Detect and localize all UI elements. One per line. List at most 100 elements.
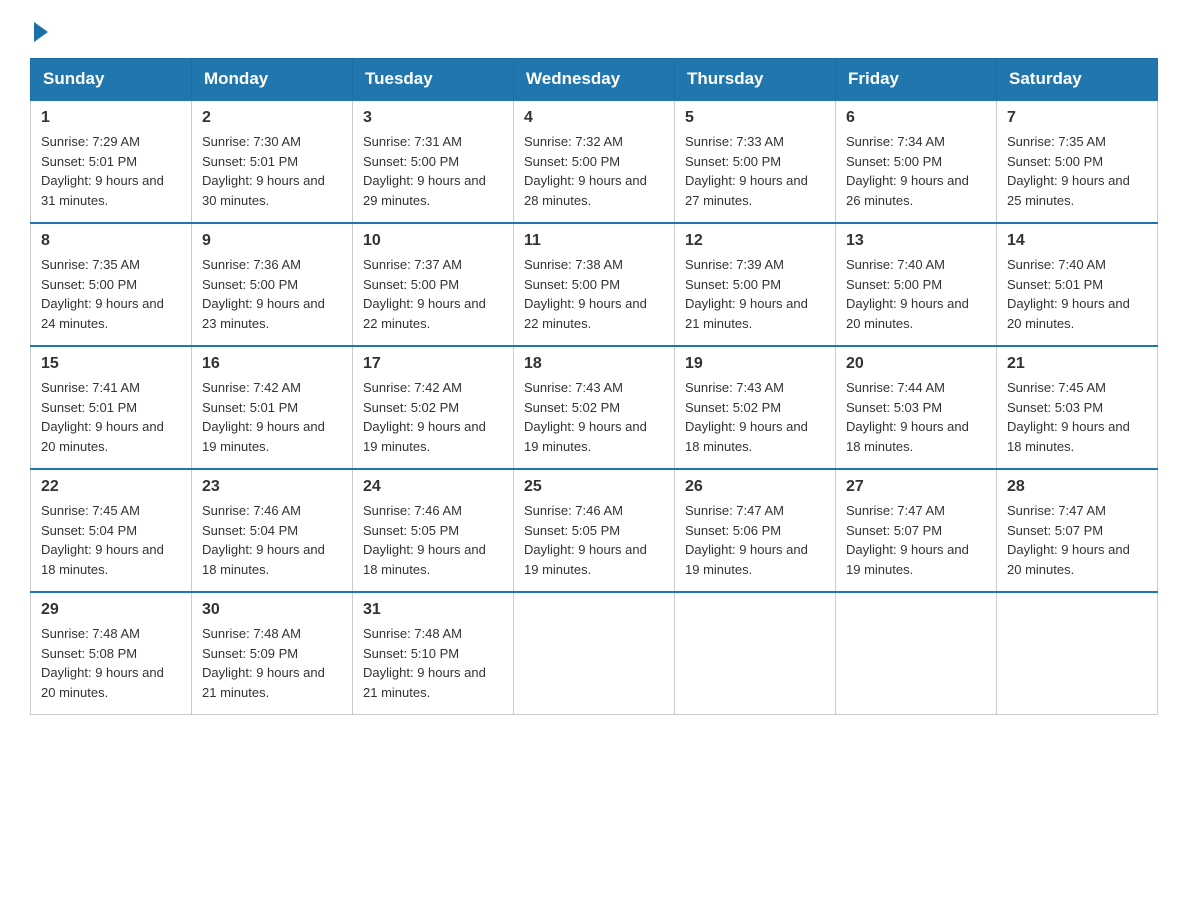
calendar-week-row: 1 Sunrise: 7:29 AM Sunset: 5:01 PM Dayli… bbox=[31, 100, 1158, 223]
day-info: Sunrise: 7:46 AM Sunset: 5:05 PM Dayligh… bbox=[363, 501, 503, 579]
sunset-label: Sunset: 5:01 PM bbox=[202, 400, 298, 415]
day-number: 12 bbox=[685, 232, 825, 250]
day-number: 3 bbox=[363, 109, 503, 127]
sunset-label: Sunset: 5:10 PM bbox=[363, 646, 459, 661]
day-number: 7 bbox=[1007, 109, 1147, 127]
sunset-label: Sunset: 5:06 PM bbox=[685, 523, 781, 538]
sunrise-label: Sunrise: 7:41 AM bbox=[41, 380, 140, 395]
sunset-label: Sunset: 5:00 PM bbox=[846, 277, 942, 292]
calendar-day-cell bbox=[675, 592, 836, 715]
day-number: 15 bbox=[41, 355, 181, 373]
calendar-week-row: 29 Sunrise: 7:48 AM Sunset: 5:08 PM Dayl… bbox=[31, 592, 1158, 715]
sunset-label: Sunset: 5:01 PM bbox=[202, 154, 298, 169]
sunrise-label: Sunrise: 7:33 AM bbox=[685, 134, 784, 149]
sunrise-label: Sunrise: 7:35 AM bbox=[1007, 134, 1106, 149]
daylight-label: Daylight: 9 hours and 28 minutes. bbox=[524, 173, 647, 208]
days-of-week-row: SundayMondayTuesdayWednesdayThursdayFrid… bbox=[31, 59, 1158, 101]
calendar-day-cell: 11 Sunrise: 7:38 AM Sunset: 5:00 PM Dayl… bbox=[514, 223, 675, 346]
day-info: Sunrise: 7:33 AM Sunset: 5:00 PM Dayligh… bbox=[685, 132, 825, 210]
daylight-label: Daylight: 9 hours and 21 minutes. bbox=[685, 296, 808, 331]
calendar-day-cell: 29 Sunrise: 7:48 AM Sunset: 5:08 PM Dayl… bbox=[31, 592, 192, 715]
day-info: Sunrise: 7:42 AM Sunset: 5:02 PM Dayligh… bbox=[363, 378, 503, 456]
day-info: Sunrise: 7:44 AM Sunset: 5:03 PM Dayligh… bbox=[846, 378, 986, 456]
calendar-week-row: 15 Sunrise: 7:41 AM Sunset: 5:01 PM Dayl… bbox=[31, 346, 1158, 469]
day-number: 8 bbox=[41, 232, 181, 250]
sunrise-label: Sunrise: 7:40 AM bbox=[1007, 257, 1106, 272]
day-number: 28 bbox=[1007, 478, 1147, 496]
day-info: Sunrise: 7:31 AM Sunset: 5:00 PM Dayligh… bbox=[363, 132, 503, 210]
sunset-label: Sunset: 5:00 PM bbox=[685, 154, 781, 169]
calendar-day-cell bbox=[997, 592, 1158, 715]
daylight-label: Daylight: 9 hours and 31 minutes. bbox=[41, 173, 164, 208]
day-info: Sunrise: 7:42 AM Sunset: 5:01 PM Dayligh… bbox=[202, 378, 342, 456]
sunset-label: Sunset: 5:00 PM bbox=[363, 154, 459, 169]
calendar-day-cell: 27 Sunrise: 7:47 AM Sunset: 5:07 PM Dayl… bbox=[836, 469, 997, 592]
sunset-label: Sunset: 5:00 PM bbox=[202, 277, 298, 292]
daylight-label: Daylight: 9 hours and 30 minutes. bbox=[202, 173, 325, 208]
day-number: 6 bbox=[846, 109, 986, 127]
day-number: 13 bbox=[846, 232, 986, 250]
sunrise-label: Sunrise: 7:37 AM bbox=[363, 257, 462, 272]
calendar-day-cell: 18 Sunrise: 7:43 AM Sunset: 5:02 PM Dayl… bbox=[514, 346, 675, 469]
day-info: Sunrise: 7:29 AM Sunset: 5:01 PM Dayligh… bbox=[41, 132, 181, 210]
sunset-label: Sunset: 5:00 PM bbox=[524, 277, 620, 292]
daylight-label: Daylight: 9 hours and 20 minutes. bbox=[1007, 542, 1130, 577]
calendar-day-cell: 3 Sunrise: 7:31 AM Sunset: 5:00 PM Dayli… bbox=[353, 100, 514, 223]
calendar-day-cell: 12 Sunrise: 7:39 AM Sunset: 5:00 PM Dayl… bbox=[675, 223, 836, 346]
daylight-label: Daylight: 9 hours and 19 minutes. bbox=[524, 419, 647, 454]
calendar-day-cell: 30 Sunrise: 7:48 AM Sunset: 5:09 PM Dayl… bbox=[192, 592, 353, 715]
sunset-label: Sunset: 5:09 PM bbox=[202, 646, 298, 661]
day-number: 30 bbox=[202, 601, 342, 619]
sunset-label: Sunset: 5:02 PM bbox=[685, 400, 781, 415]
sunrise-label: Sunrise: 7:35 AM bbox=[41, 257, 140, 272]
day-info: Sunrise: 7:45 AM Sunset: 5:03 PM Dayligh… bbox=[1007, 378, 1147, 456]
sunrise-label: Sunrise: 7:43 AM bbox=[524, 380, 623, 395]
sunrise-label: Sunrise: 7:46 AM bbox=[202, 503, 301, 518]
day-number: 18 bbox=[524, 355, 664, 373]
day-number: 10 bbox=[363, 232, 503, 250]
day-number: 1 bbox=[41, 109, 181, 127]
day-info: Sunrise: 7:40 AM Sunset: 5:00 PM Dayligh… bbox=[846, 255, 986, 333]
day-info: Sunrise: 7:30 AM Sunset: 5:01 PM Dayligh… bbox=[202, 132, 342, 210]
sunset-label: Sunset: 5:00 PM bbox=[524, 154, 620, 169]
sunset-label: Sunset: 5:02 PM bbox=[524, 400, 620, 415]
sunrise-label: Sunrise: 7:47 AM bbox=[1007, 503, 1106, 518]
calendar-day-cell: 4 Sunrise: 7:32 AM Sunset: 5:00 PM Dayli… bbox=[514, 100, 675, 223]
day-info: Sunrise: 7:47 AM Sunset: 5:07 PM Dayligh… bbox=[1007, 501, 1147, 579]
day-info: Sunrise: 7:47 AM Sunset: 5:07 PM Dayligh… bbox=[846, 501, 986, 579]
sunrise-label: Sunrise: 7:40 AM bbox=[846, 257, 945, 272]
day-of-week-header: Friday bbox=[836, 59, 997, 101]
calendar-week-row: 22 Sunrise: 7:45 AM Sunset: 5:04 PM Dayl… bbox=[31, 469, 1158, 592]
logo bbox=[30, 20, 48, 38]
sunrise-label: Sunrise: 7:36 AM bbox=[202, 257, 301, 272]
day-number: 16 bbox=[202, 355, 342, 373]
day-info: Sunrise: 7:34 AM Sunset: 5:00 PM Dayligh… bbox=[846, 132, 986, 210]
day-number: 21 bbox=[1007, 355, 1147, 373]
calendar-day-cell: 17 Sunrise: 7:42 AM Sunset: 5:02 PM Dayl… bbox=[353, 346, 514, 469]
day-number: 27 bbox=[846, 478, 986, 496]
sunrise-label: Sunrise: 7:42 AM bbox=[363, 380, 462, 395]
day-info: Sunrise: 7:36 AM Sunset: 5:00 PM Dayligh… bbox=[202, 255, 342, 333]
sunset-label: Sunset: 5:00 PM bbox=[1007, 154, 1103, 169]
day-of-week-header: Tuesday bbox=[353, 59, 514, 101]
day-info: Sunrise: 7:32 AM Sunset: 5:00 PM Dayligh… bbox=[524, 132, 664, 210]
sunrise-label: Sunrise: 7:34 AM bbox=[846, 134, 945, 149]
sunset-label: Sunset: 5:01 PM bbox=[41, 154, 137, 169]
sunrise-label: Sunrise: 7:39 AM bbox=[685, 257, 784, 272]
calendar-header: SundayMondayTuesdayWednesdayThursdayFrid… bbox=[31, 59, 1158, 101]
day-info: Sunrise: 7:43 AM Sunset: 5:02 PM Dayligh… bbox=[524, 378, 664, 456]
daylight-label: Daylight: 9 hours and 19 minutes. bbox=[524, 542, 647, 577]
calendar-table: SundayMondayTuesdayWednesdayThursdayFrid… bbox=[30, 58, 1158, 715]
day-number: 17 bbox=[363, 355, 503, 373]
calendar-day-cell: 22 Sunrise: 7:45 AM Sunset: 5:04 PM Dayl… bbox=[31, 469, 192, 592]
daylight-label: Daylight: 9 hours and 27 minutes. bbox=[685, 173, 808, 208]
sunrise-label: Sunrise: 7:46 AM bbox=[363, 503, 462, 518]
sunrise-label: Sunrise: 7:44 AM bbox=[846, 380, 945, 395]
daylight-label: Daylight: 9 hours and 20 minutes. bbox=[41, 419, 164, 454]
calendar-day-cell: 5 Sunrise: 7:33 AM Sunset: 5:00 PM Dayli… bbox=[675, 100, 836, 223]
calendar-day-cell: 28 Sunrise: 7:47 AM Sunset: 5:07 PM Dayl… bbox=[997, 469, 1158, 592]
calendar-day-cell: 8 Sunrise: 7:35 AM Sunset: 5:00 PM Dayli… bbox=[31, 223, 192, 346]
sunset-label: Sunset: 5:03 PM bbox=[1007, 400, 1103, 415]
daylight-label: Daylight: 9 hours and 18 minutes. bbox=[846, 419, 969, 454]
calendar-day-cell bbox=[514, 592, 675, 715]
